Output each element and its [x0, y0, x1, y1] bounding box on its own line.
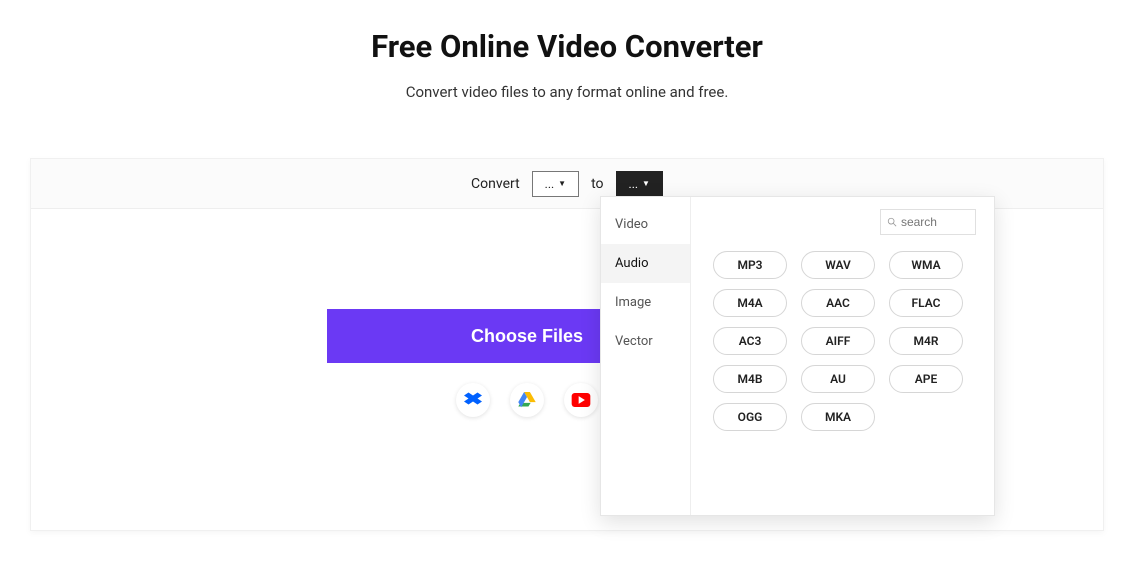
search-input[interactable] [901, 215, 969, 229]
to-format-value: ... [629, 177, 639, 191]
format-aiff[interactable]: AIFF [801, 327, 875, 355]
page-title: Free Online Video Converter [0, 28, 1134, 65]
from-format-select[interactable]: ... ▼ [532, 171, 579, 197]
format-ac3[interactable]: AC3 [713, 327, 787, 355]
format-flac[interactable]: FLAC [889, 289, 963, 317]
youtube-icon[interactable] [564, 383, 598, 417]
from-format-value: ... [545, 177, 555, 191]
format-dropdown-panel: Video Audio Image Vector MP3 WAV WMA M4A… [600, 196, 995, 516]
format-mka[interactable]: MKA [801, 403, 875, 431]
format-au[interactable]: AU [801, 365, 875, 393]
format-wav[interactable]: WAV [801, 251, 875, 279]
format-m4a[interactable]: M4A [713, 289, 787, 317]
category-sidebar: Video Audio Image Vector [601, 197, 691, 515]
format-ape[interactable]: APE [889, 365, 963, 393]
category-video[interactable]: Video [601, 205, 690, 244]
to-format-select[interactable]: ... ▼ [616, 171, 663, 197]
google-drive-icon[interactable] [510, 383, 544, 417]
convert-label: Convert [471, 176, 520, 192]
category-vector[interactable]: Vector [601, 322, 690, 361]
format-ogg[interactable]: OGG [713, 403, 787, 431]
format-wma[interactable]: WMA [889, 251, 963, 279]
to-label: to [591, 176, 603, 192]
format-grid: MP3 WAV WMA M4A AAC FLAC AC3 AIFF M4R M4… [713, 251, 972, 431]
caret-down-icon: ▼ [642, 180, 650, 188]
dropbox-icon[interactable] [456, 383, 490, 417]
format-m4b[interactable]: M4B [713, 365, 787, 393]
format-aac[interactable]: AAC [801, 289, 875, 317]
format-search[interactable] [880, 209, 976, 235]
category-audio[interactable]: Audio [601, 244, 690, 283]
page-subtitle: Convert video files to any format online… [0, 83, 1134, 101]
format-m4r[interactable]: M4R [889, 327, 963, 355]
category-image[interactable]: Image [601, 283, 690, 322]
choose-files-label: Choose Files [471, 326, 583, 347]
format-area: MP3 WAV WMA M4A AAC FLAC AC3 AIFF M4R M4… [691, 197, 994, 515]
search-icon [887, 216, 897, 228]
format-mp3[interactable]: MP3 [713, 251, 787, 279]
caret-down-icon: ▼ [558, 180, 566, 188]
